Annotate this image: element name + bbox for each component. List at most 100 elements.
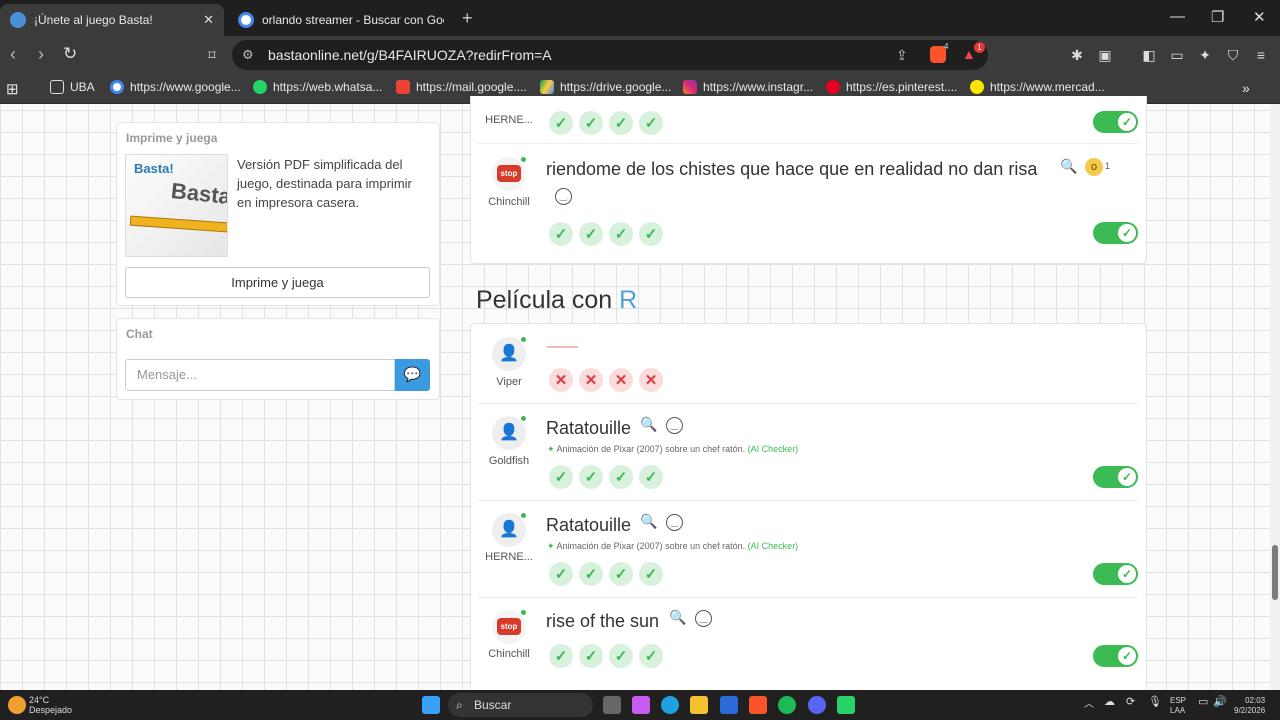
vote-ok-icon[interactable]: ✓ bbox=[579, 111, 603, 135]
onedrive-icon[interactable]: ☁ bbox=[1104, 695, 1115, 708]
share-icon[interactable]: ⇪ bbox=[896, 47, 908, 64]
search-icon[interactable]: 🔍 bbox=[1060, 158, 1077, 175]
vote-ok-icon[interactable]: ✓ bbox=[609, 644, 633, 668]
bookmark-drive[interactable]: https://drive.google... bbox=[540, 80, 671, 94]
copilot-icon[interactable] bbox=[632, 696, 650, 714]
vote-reject-icon[interactable]: ✕ bbox=[609, 368, 633, 392]
vote-ok-icon[interactable]: ✓ bbox=[549, 465, 573, 489]
bookmark-mercadolibre[interactable]: https://www.mercad... bbox=[970, 80, 1105, 94]
vote-ok-icon[interactable]: ✓ bbox=[549, 111, 573, 135]
bookmark-uba[interactable]: UBA bbox=[50, 80, 95, 94]
vote-reject-icon[interactable]: ✕ bbox=[579, 368, 603, 392]
reader-icon[interactable]: ▣ bbox=[1096, 46, 1114, 64]
weather-widget[interactable]: 24°C Despejado bbox=[29, 695, 72, 715]
sidebar-icon[interactable]: ◧ bbox=[1140, 46, 1158, 64]
minimize-icon[interactable]: — bbox=[1170, 8, 1185, 25]
search-icon[interactable]: 🔍 bbox=[640, 416, 657, 433]
vote-ok-icon[interactable]: ✓ bbox=[639, 222, 663, 246]
tab-basta[interactable]: ¡Únete al juego Basta! ✕ bbox=[0, 4, 224, 36]
sync-icon[interactable]: ⟳ bbox=[1126, 695, 1135, 708]
site-settings-icon[interactable]: ⚙ bbox=[242, 47, 254, 63]
divider bbox=[478, 143, 1138, 144]
leo-ai-icon[interactable]: ✦ bbox=[1196, 46, 1214, 64]
address-bar[interactable]: ⚙ bastaonline.net/g/B4FAIRUOZA?redirFrom… bbox=[232, 40, 988, 70]
bookmark-whatsapp[interactable]: https://web.whatsa... bbox=[253, 80, 382, 94]
vote-ok-icon[interactable]: ✓ bbox=[549, 222, 573, 246]
add-reaction-icon[interactable]: ‿ bbox=[555, 188, 572, 205]
tray-chevron-icon[interactable]: ︿ bbox=[1084, 695, 1094, 710]
add-reaction-icon[interactable]: ‿ bbox=[695, 610, 712, 627]
vote-reject-icon[interactable]: ✕ bbox=[639, 368, 663, 392]
edge-icon[interactable] bbox=[661, 696, 679, 714]
discord-icon[interactable] bbox=[808, 696, 826, 714]
vote-ok-icon[interactable]: ✓ bbox=[639, 111, 663, 135]
validity-toggle[interactable]: ✓ bbox=[1093, 645, 1138, 667]
file-explorer-icon[interactable] bbox=[690, 696, 708, 714]
menu-icon[interactable]: ≡ bbox=[1252, 46, 1270, 64]
weather-icon[interactable] bbox=[8, 696, 26, 714]
wallet-icon[interactable]: ▭ bbox=[1168, 46, 1186, 64]
microphone-icon[interactable]: 🎙 bbox=[1148, 695, 1162, 708]
vote-ok-icon[interactable]: ✓ bbox=[549, 644, 573, 668]
maximize-icon[interactable]: ❐ bbox=[1211, 8, 1224, 26]
validity-toggle[interactable]: ✓ bbox=[1093, 222, 1138, 244]
search-icon[interactable]: 🔍 bbox=[640, 513, 657, 530]
whatsapp-icon bbox=[253, 80, 267, 94]
scrollbar-track[interactable] bbox=[1270, 104, 1280, 690]
add-reaction-icon[interactable]: ‿ bbox=[666, 417, 683, 434]
reload-icon[interactable]: ↻ bbox=[63, 44, 77, 64]
search-icon[interactable]: 🔍 bbox=[669, 609, 686, 626]
close-window-icon[interactable]: ✕ bbox=[1253, 8, 1266, 26]
close-tab-icon[interactable]: ✕ bbox=[203, 12, 214, 28]
vote-ok-icon[interactable]: ✓ bbox=[549, 562, 573, 586]
send-message-button[interactable]: 💬 bbox=[395, 359, 430, 391]
vote-ok-icon[interactable]: ✓ bbox=[579, 465, 603, 489]
vote-ok-icon[interactable]: ✓ bbox=[609, 111, 633, 135]
bookmark-gmail[interactable]: https://mail.google.... bbox=[396, 80, 527, 94]
taskbar-search[interactable]: ⌕ Buscar bbox=[448, 693, 593, 717]
language-indicator[interactable]: ESP LAA bbox=[1170, 696, 1186, 716]
apps-grid-icon[interactable]: ⊞ bbox=[6, 80, 19, 98]
vote-reject-icon[interactable]: ✕ bbox=[549, 368, 573, 392]
tab-google-search[interactable]: orlando streamer - Buscar con Googl bbox=[228, 4, 454, 36]
print-card-description: Versión PDF simplificada del juego, dest… bbox=[237, 157, 412, 210]
extensions-icon[interactable]: ✱ bbox=[1068, 46, 1086, 64]
task-view-icon[interactable] bbox=[603, 696, 621, 714]
add-reaction-icon[interactable]: ‿ bbox=[666, 514, 683, 531]
network-icon[interactable]: ▭ bbox=[1198, 695, 1208, 708]
surprised-reaction-icon[interactable]: o bbox=[1085, 158, 1103, 176]
print-and-play-button[interactable]: Imprime y juega bbox=[125, 267, 430, 298]
new-tab-button[interactable]: + bbox=[462, 8, 473, 29]
avatar: stop bbox=[492, 156, 527, 191]
vote-ok-icon[interactable]: ✓ bbox=[639, 465, 663, 489]
bookmark-icon[interactable]: ⌑ bbox=[203, 46, 221, 64]
chat-message-input[interactable]: Mensaje... bbox=[125, 359, 395, 391]
validity-toggle[interactable]: ✓ bbox=[1093, 111, 1138, 133]
bookmark-instagram[interactable]: https://www.instagr... bbox=[683, 80, 813, 94]
vote-ok-icon[interactable]: ✓ bbox=[579, 222, 603, 246]
vote-ok-icon[interactable]: ✓ bbox=[639, 562, 663, 586]
vote-ok-icon[interactable]: ✓ bbox=[609, 562, 633, 586]
bookmark-google[interactable]: https://www.google... bbox=[110, 80, 241, 94]
validity-toggle[interactable]: ✓ bbox=[1093, 563, 1138, 585]
bookmark-pinterest[interactable]: https://es.pinterest.... bbox=[826, 80, 957, 94]
clock[interactable]: 02:03 9/2/2026 bbox=[1234, 696, 1265, 716]
scrollbar-thumb[interactable] bbox=[1272, 545, 1278, 600]
vote-ok-icon[interactable]: ✓ bbox=[639, 644, 663, 668]
volume-icon[interactable]: 🔊 bbox=[1213, 695, 1227, 708]
mail-icon[interactable] bbox=[720, 696, 738, 714]
validity-toggle[interactable]: ✓ bbox=[1093, 466, 1138, 488]
back-icon[interactable]: ‹ bbox=[10, 44, 16, 65]
forward-icon[interactable]: › bbox=[38, 44, 44, 65]
vote-ok-icon[interactable]: ✓ bbox=[579, 644, 603, 668]
vote-ok-icon[interactable]: ✓ bbox=[579, 562, 603, 586]
vote-ok-icon[interactable]: ✓ bbox=[609, 465, 633, 489]
vote-ok-icon[interactable]: ✓ bbox=[609, 222, 633, 246]
bookmark-label: https://mail.google.... bbox=[416, 80, 527, 94]
spotify-icon[interactable] bbox=[778, 696, 796, 714]
vpn-icon[interactable]: ⛉ bbox=[1224, 46, 1242, 64]
brave-icon[interactable] bbox=[749, 696, 767, 714]
start-icon[interactable] bbox=[422, 696, 440, 714]
whatsapp-app-icon[interactable] bbox=[837, 696, 855, 714]
more-bookmarks-icon[interactable]: » bbox=[1242, 80, 1250, 96]
